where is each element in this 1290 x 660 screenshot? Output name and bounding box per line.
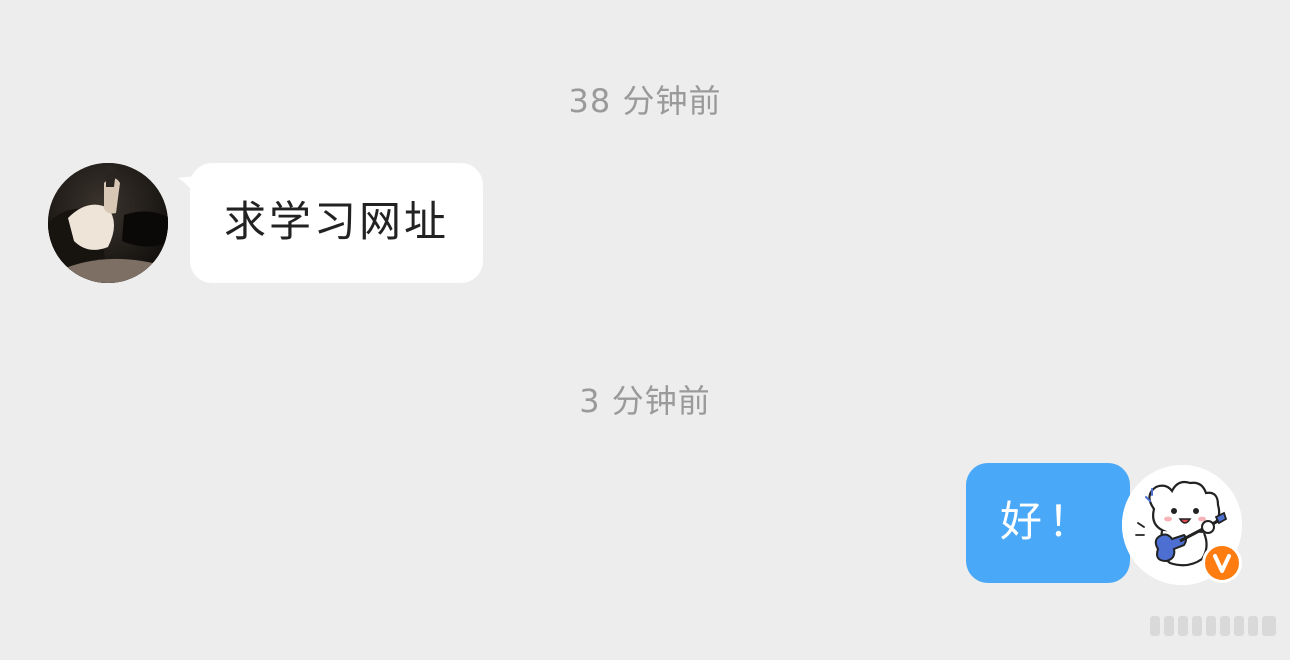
- outgoing-message-bubble[interactable]: 好！: [966, 463, 1131, 583]
- timestamp-3-minutes: 3 分钟前: [579, 382, 711, 420]
- user-avatar[interactable]: [1122, 465, 1242, 585]
- verified-v-icon: [1213, 554, 1231, 573]
- outgoing-message-text: 好！: [1000, 497, 1097, 546]
- contact-photo-icon: [48, 163, 168, 283]
- verified-badge: [1202, 543, 1242, 583]
- watermark-bars: [1150, 616, 1276, 636]
- timestamp-38-minutes: 38 分钟前: [568, 82, 722, 120]
- incoming-message-bubble[interactable]: 求学习网址: [190, 163, 484, 283]
- contact-avatar[interactable]: [48, 163, 168, 283]
- incoming-message-text: 求学习网址: [224, 197, 450, 246]
